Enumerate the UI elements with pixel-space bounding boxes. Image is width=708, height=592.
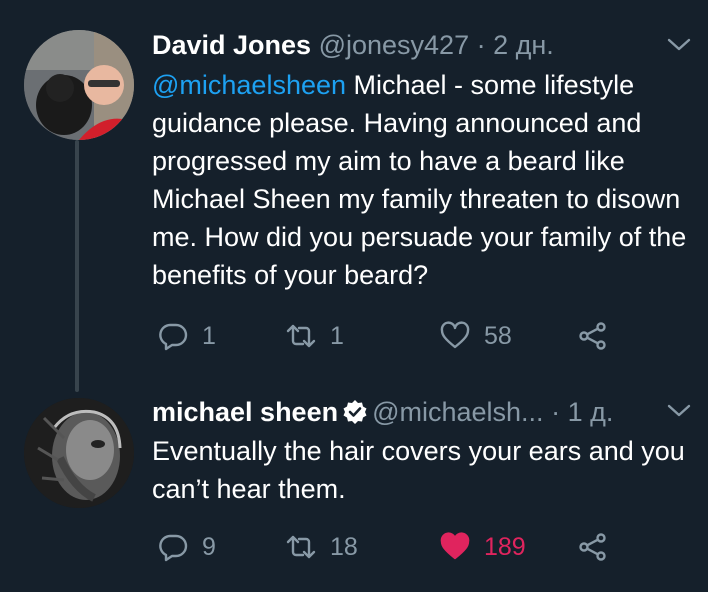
tweet-text: @michaelsheen Michael - some lifestyle g… — [152, 66, 700, 294]
retweet-count: 1 — [330, 321, 344, 350]
like-button[interactable]: 58 — [440, 316, 512, 356]
author-name[interactable]: David Jones — [152, 30, 311, 60]
avatar-photo — [24, 398, 134, 508]
heart-icon — [440, 321, 470, 349]
verified-badge-icon — [343, 400, 367, 424]
timestamp[interactable]: 1 д. — [568, 397, 614, 427]
tweet-header: David Jones @jonesy427 · 2 дн. — [152, 28, 554, 62]
reply-button[interactable]: 1 — [158, 316, 216, 356]
avatar[interactable] — [24, 398, 134, 508]
retweet-button[interactable]: 18 — [286, 527, 358, 567]
share-icon — [579, 533, 606, 561]
author-handle[interactable]: @michaelsh... — [372, 397, 543, 427]
retweet-count: 18 — [330, 532, 358, 561]
share-icon — [579, 322, 606, 350]
chevron-down-icon[interactable] — [666, 402, 692, 420]
author-name[interactable]: michael sheen — [152, 397, 338, 427]
share-button[interactable] — [578, 527, 608, 567]
chevron-down-icon[interactable] — [666, 36, 692, 54]
reply-button[interactable]: 9 — [158, 527, 216, 567]
reply-count: 1 — [202, 321, 216, 350]
timestamp[interactable]: 2 дн. — [493, 30, 554, 60]
reply-icon — [159, 534, 188, 562]
avatar[interactable] — [24, 30, 134, 140]
share-button[interactable] — [578, 316, 608, 356]
avatar-photo — [24, 30, 134, 140]
heart-icon — [440, 532, 470, 560]
like-count: 189 — [484, 532, 526, 561]
reply-count: 9 — [202, 532, 216, 561]
tweet-text-content: Michael - some lifestyle guidance please… — [152, 70, 687, 290]
tweet-actions: 1 1 58 — [152, 316, 632, 356]
retweet-icon — [286, 324, 316, 348]
mention-link[interactable]: @michaelsheen — [152, 70, 346, 100]
like-button[interactable]: 189 — [440, 527, 526, 567]
separator-dot: · — [551, 397, 561, 427]
tweet-text: Eventually the hair covers your ears and… — [152, 436, 685, 504]
author-handle[interactable]: @jonesy427 — [319, 30, 470, 60]
separator-dot: · — [476, 30, 486, 60]
retweet-icon — [286, 535, 316, 559]
tweet-actions: 9 18 189 — [152, 527, 632, 567]
reply-icon — [159, 323, 188, 351]
retweet-button[interactable]: 1 — [286, 316, 344, 356]
tweet-header: michael sheen @michaelsh... · 1 д. — [152, 395, 613, 429]
like-count: 58 — [484, 321, 512, 350]
